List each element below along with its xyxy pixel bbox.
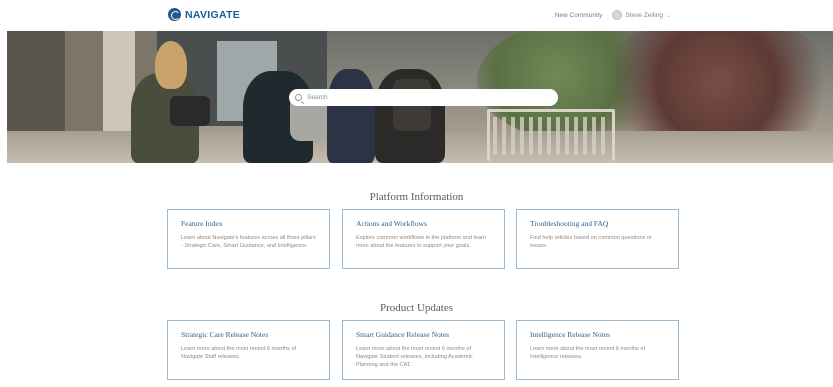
- user-menu[interactable]: Steve Zeiling ⌄: [612, 10, 671, 20]
- logo-text: NAVIGATE: [185, 8, 241, 21]
- hero-photo-person-hair: [155, 41, 187, 89]
- card-description: Explore common workflows in the platform…: [356, 235, 486, 249]
- card-title: Feature Index: [181, 219, 223, 228]
- card-description: Learn more about the most recent 6 month…: [530, 346, 646, 360]
- card-description: Learn more about the most recent 6 month…: [181, 346, 297, 360]
- navigate-logo-icon: [168, 8, 181, 21]
- search-input[interactable]: [307, 94, 547, 101]
- card-description: Learn about Navigate's features across a…: [181, 235, 316, 249]
- card-title: Actions and Workflows: [356, 219, 427, 228]
- strategic-care-release-notes-card[interactable]: Strategic Care Release Notes Learn more …: [167, 320, 330, 380]
- feature-index-card[interactable]: Feature Index Learn about Navigate's fea…: [167, 209, 330, 269]
- avatar: [612, 10, 623, 20]
- navigate-logo[interactable]: NAVIGATE: [168, 8, 240, 21]
- hero-photo-person: [327, 69, 375, 163]
- search-bar[interactable]: [289, 89, 558, 106]
- intelligence-release-notes-card[interactable]: Intelligence Release Notes Learn more ab…: [516, 320, 679, 380]
- product-updates-heading: Product Updates: [379, 302, 453, 314]
- header-nav: New Community Steve Zeiling ⌄: [555, 10, 671, 20]
- chevron-down-icon: ⌄: [665, 12, 671, 19]
- card-title: Intelligence Release Notes: [530, 330, 610, 339]
- card-description: Find help articles based on common quest…: [530, 235, 652, 249]
- smart-guidance-release-notes-card[interactable]: Smart Guidance Release Notes Learn more …: [342, 320, 505, 380]
- card-title: Smart Guidance Release Notes: [356, 330, 450, 339]
- new-community-link[interactable]: New Community: [555, 12, 603, 19]
- card-description: Learn more about the most recent 6 month…: [356, 346, 473, 368]
- troubleshooting-faq-card[interactable]: Troubleshooting and FAQ Find help articl…: [516, 209, 679, 269]
- hero-photo-bag: [170, 96, 210, 126]
- platform-information-heading: Platform Information: [369, 191, 464, 203]
- top-header: NAVIGATE New Community Steve Zeiling ⌄: [0, 0, 833, 31]
- actions-and-workflows-card[interactable]: Actions and Workflows Explore common wor…: [342, 209, 505, 269]
- card-title: Troubleshooting and FAQ: [530, 219, 609, 228]
- search-icon: [295, 94, 302, 101]
- hero-photo-bench-slats: [493, 117, 609, 155]
- user-name: Steve Zeiling: [625, 11, 663, 19]
- card-title: Strategic Care Release Notes: [181, 330, 269, 339]
